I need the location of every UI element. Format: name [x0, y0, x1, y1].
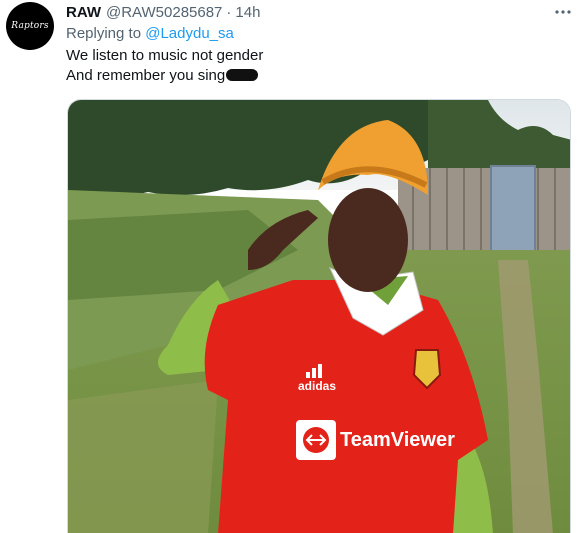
avatar-logo-text: Raptors: [11, 21, 49, 31]
tweet-text-line-2-text: And remember you sing: [66, 67, 226, 84]
metal-gate: [490, 165, 536, 255]
avatar[interactable]: Raptors: [6, 2, 54, 50]
timestamp[interactable]: 14h: [235, 4, 260, 21]
tweet-text-line-2: And remember you sing: [66, 66, 263, 86]
tweet-text: We listen to music not gender And rememb…: [66, 46, 263, 86]
adidas-text: adidas: [298, 379, 336, 393]
replying-to-link[interactable]: @Ladydu_sa: [145, 25, 234, 42]
redacted-scribble: [226, 69, 259, 81]
separator-dot: ·: [226, 3, 232, 21]
more-button[interactable]: [548, 0, 578, 24]
sponsor-text: TeamViewer: [340, 429, 455, 451]
display-name[interactable]: RAW: [66, 4, 101, 21]
dry-grass: [68, 380, 218, 533]
tweet-header: RAW @RAW50285687 · 14h: [66, 2, 260, 22]
tweet[interactable]: Raptors RAW @RAW50285687 · 14h Replying …: [0, 0, 587, 533]
red-jersey: [204, 280, 488, 533]
tweet-media-photo[interactable]: adidas TeamViewer: [67, 99, 571, 533]
photo-illustration: adidas TeamViewer: [68, 100, 570, 533]
user-handle[interactable]: @RAW50285687: [106, 4, 222, 21]
replying-prefix: Replying to: [66, 25, 142, 42]
sponsor-logo: [296, 420, 336, 460]
face: [328, 188, 408, 292]
more-dots-icon: [555, 10, 571, 14]
replying-to: Replying to @Ladydu_sa: [66, 25, 234, 42]
tweet-text-line-1: We listen to music not gender: [66, 47, 264, 64]
